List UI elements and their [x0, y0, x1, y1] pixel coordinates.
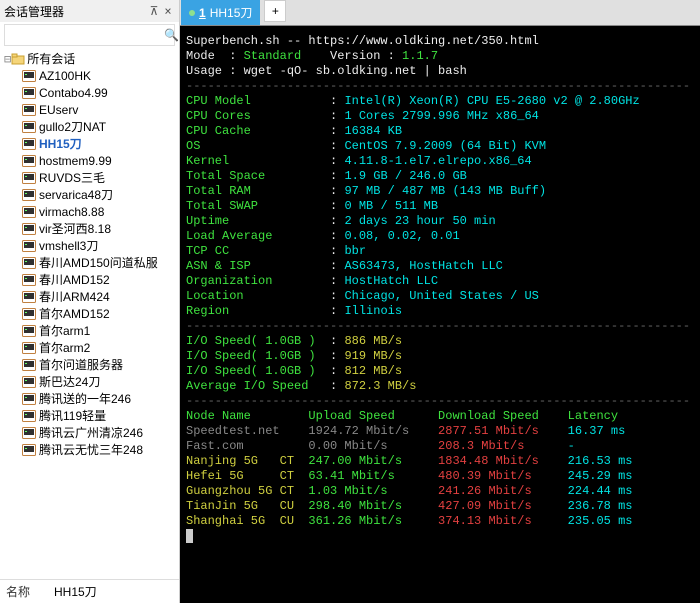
- terminal-icon: [22, 444, 36, 456]
- session-item[interactable]: 斯巴达24刀: [0, 373, 179, 390]
- session-item[interactable]: gullo2刀NAT: [0, 118, 179, 135]
- filter-box[interactable]: 🔍: [4, 24, 175, 46]
- tab-active[interactable]: 1 HH15刀: [181, 0, 260, 25]
- session-label: 腾讯送的一年246: [39, 390, 131, 407]
- session-label: 首尔arm1: [39, 322, 90, 339]
- session-tree[interactable]: ⊟ 所有会话 AZ100HK Contabo4.99 EUservgullo2刀NA…: [0, 48, 179, 579]
- sidebar-footer: 名称 HH15刀: [0, 579, 179, 603]
- main-area: 1 HH15刀 + Superbench.sh -- https://www.o…: [180, 0, 700, 603]
- terminal-icon: [22, 376, 36, 388]
- status-dot-icon: [189, 10, 195, 16]
- session-item[interactable]: 首尔arm2: [0, 339, 179, 356]
- terminal-icon: [22, 189, 36, 201]
- session-item[interactable]: vmshell3刀: [0, 237, 179, 254]
- session-label: 春川AMD152: [39, 271, 110, 288]
- session-label: gullo2刀NAT: [39, 118, 106, 135]
- terminal-icon: [22, 291, 36, 303]
- terminal-icon: [22, 87, 36, 99]
- close-icon[interactable]: ×: [161, 4, 175, 18]
- sidebar-header: 会话管理器 ⊼ ×: [0, 0, 179, 22]
- session-label: 腾讯云广州清凉246: [39, 424, 143, 441]
- terminal-icon: [22, 240, 36, 252]
- session-item[interactable]: 首尔AMD152: [0, 305, 179, 322]
- tab-number: 1: [199, 6, 206, 20]
- session-item[interactable]: 首尔问道服务器: [0, 356, 179, 373]
- session-item[interactable]: servarica48刀: [0, 186, 179, 203]
- session-label: vmshell3刀: [39, 237, 98, 254]
- session-label: AZ100HK: [39, 69, 91, 83]
- session-label: vir圣河西8.18: [39, 220, 111, 237]
- terminal-icon: [22, 223, 36, 235]
- session-item[interactable]: virmach8.88: [0, 203, 179, 220]
- tree-root-label: 所有会话: [27, 50, 75, 67]
- session-item[interactable]: 首尔arm1: [0, 322, 179, 339]
- session-item[interactable]: hostmem9.99: [0, 152, 179, 169]
- session-item[interactable]: Contabo4.99: [0, 84, 179, 101]
- terminal-icon: [22, 121, 36, 133]
- session-item[interactable]: 腾讯119轻量: [0, 407, 179, 424]
- session-item[interactable]: HH15刀: [0, 135, 179, 152]
- session-label: HH15刀: [39, 135, 82, 152]
- new-tab-button[interactable]: +: [264, 0, 286, 22]
- terminal-icon: [22, 274, 36, 286]
- footer-label: 名称: [6, 583, 54, 600]
- session-item[interactable]: RUVDS三毛: [0, 169, 179, 186]
- session-label: 斯巴达24刀: [39, 373, 100, 390]
- terminal-icon: [22, 70, 36, 82]
- session-item[interactable]: 腾讯云广州清凉246: [0, 424, 179, 441]
- session-label: servarica48刀: [39, 186, 113, 203]
- session-item[interactable]: 腾讯云无忧三年248: [0, 441, 179, 458]
- terminal-icon: [22, 427, 36, 439]
- terminal-icon: [22, 257, 36, 269]
- session-label: 首尔arm2: [39, 339, 90, 356]
- tab-label: HH15刀: [210, 4, 253, 21]
- session-item[interactable]: EUserv: [0, 101, 179, 118]
- tab-bar: 1 HH15刀 +: [180, 0, 700, 26]
- minus-icon[interactable]: ⊟: [4, 52, 11, 66]
- pin-icon[interactable]: ⊼: [147, 4, 161, 18]
- session-label: 春川AMD150问道私服: [39, 254, 158, 271]
- terminal-icon: [22, 104, 36, 116]
- terminal-icon: [22, 138, 36, 150]
- session-manager-sidebar: 会话管理器 ⊼ × 🔍 ⊟ 所有会话 AZ100HK Contabo4.99 EUs…: [0, 0, 180, 603]
- footer-value: HH15刀: [54, 583, 173, 600]
- sidebar-title: 会话管理器: [4, 3, 147, 20]
- session-item[interactable]: vir圣河西8.18: [0, 220, 179, 237]
- tree-root[interactable]: ⊟ 所有会话: [0, 50, 179, 67]
- terminal-icon: [22, 155, 36, 167]
- terminal-icon: [22, 393, 36, 405]
- session-label: hostmem9.99: [39, 154, 112, 168]
- session-item[interactable]: 春川ARM424: [0, 288, 179, 305]
- session-label: 首尔问道服务器: [39, 356, 123, 373]
- session-item[interactable]: 腾讯送的一年246: [0, 390, 179, 407]
- session-label: 腾讯119轻量: [39, 407, 106, 424]
- session-label: virmach8.88: [39, 205, 104, 219]
- terminal-output[interactable]: Superbench.sh -- https://www.oldking.net…: [180, 26, 700, 603]
- folder-icon: [11, 52, 25, 66]
- terminal-icon: [22, 325, 36, 337]
- terminal-icon: [22, 342, 36, 354]
- terminal-icon: [22, 206, 36, 218]
- session-item[interactable]: 春川AMD152: [0, 271, 179, 288]
- session-label: Contabo4.99: [39, 86, 108, 100]
- terminal-icon: [22, 172, 36, 184]
- session-label: RUVDS三毛: [39, 169, 105, 186]
- session-item[interactable]: 春川AMD150问道私服: [0, 254, 179, 271]
- session-label: 春川ARM424: [39, 288, 110, 305]
- terminal-icon: [22, 410, 36, 422]
- session-label: 腾讯云无忧三年248: [39, 441, 143, 458]
- filter-input[interactable]: [9, 28, 164, 42]
- terminal-icon: [22, 359, 36, 371]
- search-icon[interactable]: 🔍: [164, 28, 178, 42]
- session-label: EUserv: [39, 103, 78, 117]
- session-label: 首尔AMD152: [39, 305, 110, 322]
- session-item[interactable]: AZ100HK: [0, 67, 179, 84]
- terminal-icon: [22, 308, 36, 320]
